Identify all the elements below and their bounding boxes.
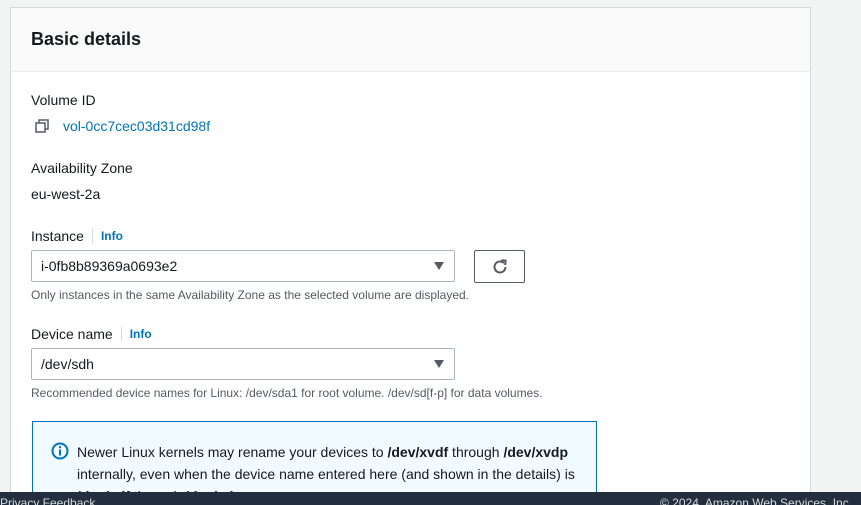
instance-hint: Only instances in the same Availability … [31,288,470,302]
copy-icon[interactable] [35,119,49,133]
panel-header: Basic details [11,8,810,72]
availability-zone-value: eu-west-2a [31,186,101,202]
label-separator [91,229,93,243]
footer-copyright: © 2024, Amazon Web Services, Inc. [660,496,853,505]
availability-zone-label: Availability Zone [31,160,133,176]
console-footer: Privacy Feedback © 2024, Amazon Web Serv… [0,492,861,505]
alert-text-2: through [448,444,504,460]
device-name-label: Device name [31,326,113,342]
volume-id-row: vol-0cc7cec03d31cd98f [35,118,210,134]
info-circle-icon [51,442,69,465]
alert-bold-2: /dev/xvdp [503,444,569,460]
device-label-row: Device name Info [31,326,152,342]
device-info-link[interactable]: Info [130,327,152,341]
volume-id-link[interactable]: vol-0cc7cec03d31cd98f [63,118,210,134]
basic-details-panel: Basic details Volume ID vol-0cc7cec03d31… [10,7,811,505]
alert-text-1: Newer Linux kernels may rename your devi… [77,444,388,460]
instance-selected-value: i-0fb8b89369a0693e2 [41,258,178,274]
caret-down-icon [434,360,444,368]
alert-bold-1: /dev/xvdf [387,444,449,460]
footer-links[interactable]: Privacy Feedback [0,496,95,505]
refresh-icon [491,258,509,276]
instance-label-row: Instance Info [31,228,123,244]
caret-down-icon [434,262,444,270]
instance-label: Instance [31,228,84,244]
volume-id-label: Volume ID [31,92,96,108]
device-hint: Recommended device names for Linux: /dev… [31,386,543,400]
alert-text-3: internally, even when the device name en… [77,466,575,482]
panel-title: Basic details [31,29,142,49]
label-separator [120,327,122,341]
device-selected-value: /dev/sdh [41,356,94,372]
instance-info-link[interactable]: Info [101,229,123,243]
instance-select[interactable]: i-0fb8b89369a0693e2 [31,250,455,282]
refresh-instances-button[interactable] [474,250,525,283]
device-name-select[interactable]: /dev/sdh [31,348,455,380]
